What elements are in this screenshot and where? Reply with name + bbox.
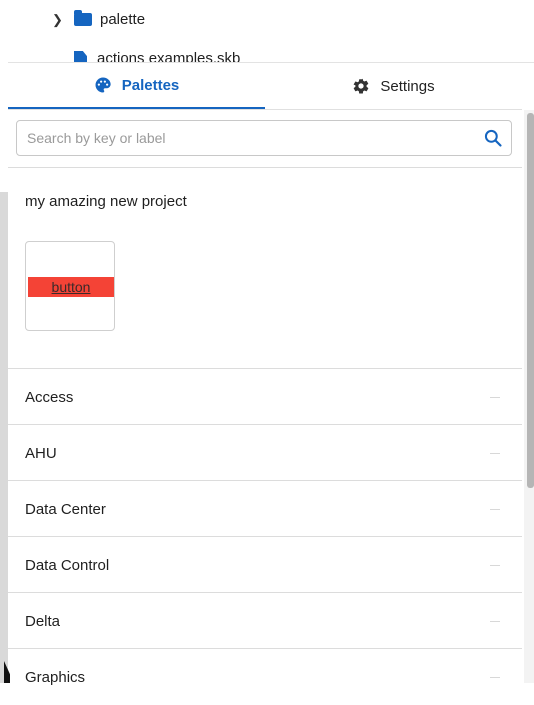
palette-item-button[interactable]: button: [25, 241, 115, 331]
tree-item-palette-folder[interactable]: ❯ palette: [52, 10, 146, 28]
tab-palettes-label: Palettes: [121, 76, 180, 94]
category-ahu[interactable]: AHU: [8, 426, 522, 481]
search-box: [16, 120, 512, 156]
project-divider: [8, 368, 522, 369]
file-tree: ❯ palette actions examples.skb: [0, 0, 534, 62]
category-label: Graphics: [25, 669, 86, 686]
expand-icon: [490, 452, 500, 454]
tree-item-file[interactable]: actions examples.skb: [74, 50, 240, 62]
search-divider: [8, 167, 522, 168]
file-icon: [74, 50, 87, 62]
gear-icon: [352, 77, 370, 95]
tab-bar: Palettes Settings: [8, 63, 522, 109]
category-label: Data Center: [25, 500, 106, 518]
tabs-divider: [8, 109, 522, 110]
category-delta[interactable]: Delta: [8, 594, 522, 649]
tree-file-label: actions examples.skb: [97, 50, 241, 62]
left-edge: [0, 0, 8, 683]
tree-folder-label: palette: [100, 11, 146, 28]
category-access[interactable]: Access: [8, 370, 522, 425]
expand-icon: [490, 677, 500, 678]
project-title: my amazing new project: [25, 193, 187, 210]
category-label: Data Control: [25, 556, 110, 574]
expand-icon: [490, 564, 500, 566]
category-data-control[interactable]: Data Control: [8, 538, 522, 593]
button-preview: button: [28, 277, 114, 297]
scrollbar-thumb[interactable]: [527, 113, 534, 488]
category-label: Access: [25, 388, 74, 406]
category-graphics[interactable]: Graphics: [8, 650, 522, 705]
expand-icon: [490, 620, 500, 622]
category-data-center[interactable]: Data Center: [8, 482, 522, 537]
expand-icon: [490, 508, 500, 510]
left-edge-shade: [0, 192, 8, 683]
category-label: AHU: [25, 444, 57, 462]
tab-settings[interactable]: Settings: [265, 63, 522, 109]
folder-icon: [74, 10, 92, 26]
tab-settings-label: Settings: [380, 77, 435, 95]
chevron-right-icon[interactable]: ❯: [52, 12, 66, 28]
tab-palettes[interactable]: Palettes: [8, 63, 265, 109]
palette-icon: [94, 76, 112, 94]
search-icon[interactable]: [475, 128, 511, 148]
expand-icon: [490, 396, 500, 398]
search-input[interactable]: [17, 122, 475, 154]
category-label: Delta: [25, 612, 61, 630]
